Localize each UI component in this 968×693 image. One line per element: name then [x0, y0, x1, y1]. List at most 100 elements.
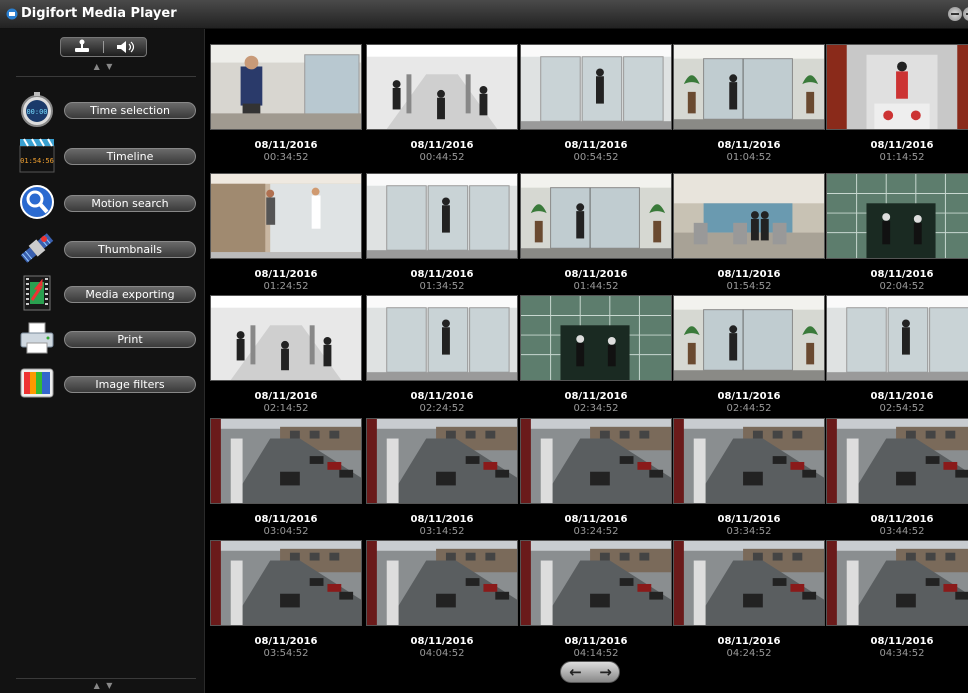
- sidebar-item-print[interactable]: Print: [14, 319, 199, 359]
- thumbnail-image[interactable]: [520, 295, 672, 381]
- thumbnail-date: 08/11/2016: [254, 140, 318, 151]
- thumbnail-item[interactable]: 08/11/2016 02:04:52: [826, 173, 968, 293]
- thumbnail-date: 08/11/2016: [870, 636, 934, 647]
- thumbnail-item[interactable]: 08/11/2016 02:34:52: [520, 295, 672, 415]
- thumbnail-item[interactable]: 08/11/2016 04:34:52: [826, 540, 968, 660]
- thumbnail-item[interactable]: 08/11/2016 01:24:52: [210, 173, 362, 293]
- thumbnail-time: 01:24:52: [263, 281, 309, 292]
- thumbnail-image[interactable]: [673, 418, 825, 504]
- sidebar-item-motion-search[interactable]: Motion search: [14, 183, 199, 223]
- time-selection-button[interactable]: Time selection: [64, 102, 196, 119]
- thumbnail-image[interactable]: [520, 173, 672, 259]
- image-filters-button[interactable]: Image filters: [64, 376, 196, 393]
- print-button[interactable]: Print: [64, 331, 196, 348]
- thumbnail-item[interactable]: 08/11/2016 02:44:52: [673, 295, 825, 415]
- thumbnail-time: 01:54:52: [726, 281, 772, 292]
- thumbnail-image[interactable]: [826, 295, 968, 381]
- thumbnail-image[interactable]: [673, 540, 825, 626]
- thumbnail-item[interactable]: 08/11/2016 03:14:52: [366, 418, 518, 538]
- thumbnail-item[interactable]: 08/11/2016 02:24:52: [366, 295, 518, 415]
- thumbnail-item[interactable]: 08/11/2016 01:34:52: [366, 173, 518, 293]
- sidebar-item-thumbnails[interactable]: Thumbnails: [14, 229, 199, 269]
- thumbnail-image[interactable]: [673, 295, 825, 381]
- sidebar-item-media-exporting[interactable]: Media exporting: [14, 274, 199, 314]
- thumbnail-image[interactable]: [366, 295, 518, 381]
- audio-button[interactable]: [105, 38, 147, 56]
- thumbnail-date: 08/11/2016: [410, 269, 474, 280]
- thumbnail-image[interactable]: [520, 418, 672, 504]
- thumbnail-image[interactable]: [673, 44, 825, 130]
- svg-text:00:00: 00:00: [26, 108, 47, 116]
- thumbnail-image[interactable]: [520, 540, 672, 626]
- thumbnail-image[interactable]: [210, 44, 362, 130]
- window-title: Digifort Media Player: [21, 6, 177, 21]
- mode-toggle[interactable]: [60, 37, 147, 57]
- thumbnail-image[interactable]: [210, 540, 362, 626]
- sidebar-item-image-filters[interactable]: Image filters: [14, 364, 199, 404]
- film-export-icon: [23, 275, 51, 311]
- thumbnail-item[interactable]: 08/11/2016 04:14:52: [520, 540, 672, 660]
- thumbnail-item[interactable]: 08/11/2016 03:34:52: [673, 418, 825, 538]
- thumbnail-time: 04:04:52: [419, 648, 465, 659]
- thumbnail-time: 04:34:52: [879, 648, 925, 659]
- thumbnail-item[interactable]: 08/11/2016 02:14:52: [210, 295, 362, 415]
- thumbnail-date: 08/11/2016: [564, 269, 628, 280]
- sidebar: ▲ ▼ 00:00 Time selection 01:54:56 Timeli…: [0, 29, 205, 693]
- thumbnail-time: 04:24:52: [726, 648, 772, 659]
- thumbnail-time: 02:34:52: [573, 403, 619, 414]
- thumbnail-image[interactable]: [366, 418, 518, 504]
- next-page-button[interactable]: →: [591, 662, 620, 682]
- thumbnail-image[interactable]: [210, 173, 362, 259]
- thumbnail-item[interactable]: 08/11/2016 01:44:52: [520, 173, 672, 293]
- thumbnail-image[interactable]: [210, 295, 362, 381]
- scroll-arrows-top[interactable]: ▲ ▼: [84, 62, 124, 71]
- thumbnail-image[interactable]: [366, 540, 518, 626]
- thumbnail-item[interactable]: 08/11/2016 00:34:52: [210, 44, 362, 164]
- thumbnail-item[interactable]: 08/11/2016 03:04:52: [210, 418, 362, 538]
- stopwatch-icon: 00:00: [21, 92, 53, 127]
- thumbnail-time: 02:04:52: [879, 281, 925, 292]
- prev-page-button[interactable]: ←: [561, 662, 590, 682]
- thumbnail-item[interactable]: 08/11/2016 01:54:52: [673, 173, 825, 293]
- thumbnail-date: 08/11/2016: [564, 514, 628, 525]
- thumbnail-date: 08/11/2016: [410, 391, 474, 402]
- thumbnail-item[interactable]: 08/11/2016 03:54:52: [210, 540, 362, 660]
- thumbnail-date: 08/11/2016: [410, 514, 474, 525]
- thumbnail-image[interactable]: [826, 173, 968, 259]
- thumbnail-date: 08/11/2016: [564, 140, 628, 151]
- thumbnail-item[interactable]: 08/11/2016 04:24:52: [673, 540, 825, 660]
- timeline-button[interactable]: Timeline: [64, 148, 196, 165]
- thumbnail-item[interactable]: 08/11/2016 04:04:52: [366, 540, 518, 660]
- thumbnail-image[interactable]: [673, 173, 825, 259]
- thumbnails-button[interactable]: Thumbnails: [64, 241, 196, 258]
- close-button[interactable]: [963, 7, 968, 21]
- thumbnail-image[interactable]: [210, 418, 362, 504]
- joystick-button[interactable]: [61, 38, 103, 56]
- minimize-button[interactable]: [948, 7, 962, 21]
- thumbnail-item[interactable]: 08/11/2016 03:44:52: [826, 418, 968, 538]
- thumbnail-image[interactable]: [520, 44, 672, 130]
- thumbnail-image[interactable]: [826, 418, 968, 504]
- thumbnail-item[interactable]: 08/11/2016 02:54:52: [826, 295, 968, 415]
- thumbnail-item[interactable]: 08/11/2016 00:54:52: [520, 44, 672, 164]
- pager: ← →: [560, 661, 620, 683]
- sidebar-item-time-selection[interactable]: 00:00 Time selection: [14, 90, 199, 130]
- scroll-arrows-bottom[interactable]: ▲ ▼: [84, 681, 124, 690]
- thumbnail-item[interactable]: 08/11/2016 01:14:52: [826, 44, 968, 164]
- window-titlebar: Digifort Media Player: [0, 0, 968, 29]
- thumbnail-image[interactable]: [826, 44, 968, 130]
- motion-search-button[interactable]: Motion search: [64, 195, 196, 212]
- thumbnail-date: 08/11/2016: [410, 140, 474, 151]
- thumbnail-image[interactable]: [366, 173, 518, 259]
- sidebar-item-timeline[interactable]: 01:54:56 Timeline: [14, 136, 199, 176]
- thumbnail-date: 08/11/2016: [564, 636, 628, 647]
- thumbnail-item[interactable]: 08/11/2016 00:44:52: [366, 44, 518, 164]
- thumbnail-image[interactable]: [826, 540, 968, 626]
- thumbnail-time: 01:44:52: [573, 281, 619, 292]
- media-exporting-button[interactable]: Media exporting: [64, 286, 196, 303]
- thumbnail-item[interactable]: 08/11/2016 03:24:52: [520, 418, 672, 538]
- thumbnail-item[interactable]: 08/11/2016 01:04:52: [673, 44, 825, 164]
- thumbnail-image[interactable]: [366, 44, 518, 130]
- thumbnail-date: 08/11/2016: [717, 269, 781, 280]
- thumbnail-date: 08/11/2016: [410, 636, 474, 647]
